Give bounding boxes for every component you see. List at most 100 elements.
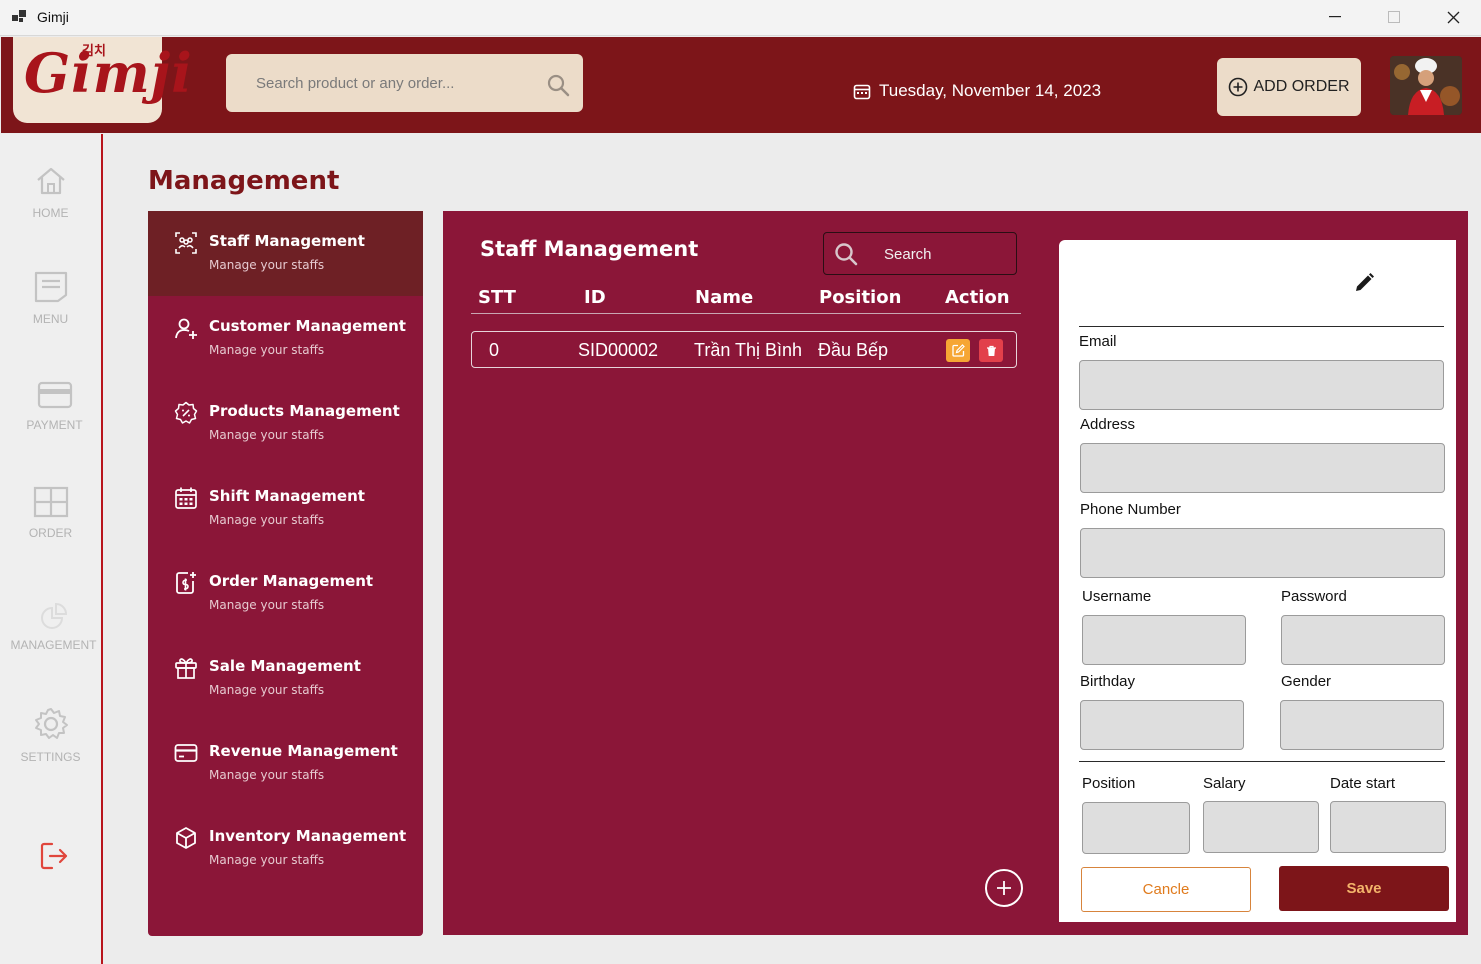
menu-item-revenue-management[interactable]: Revenue Management Manage your staffs [148,721,423,806]
salary-field[interactable] [1203,801,1319,853]
menu-item-customer-management[interactable]: Customer Management Manage your staffs [148,296,423,381]
gift-icon [175,658,197,679]
edit-row-button[interactable] [946,339,970,362]
customer-icon [175,318,197,339]
home-icon [36,167,65,195]
menu-item-shift-management[interactable]: Shift Management Manage your staffs [148,466,423,551]
nav-order[interactable]: ORDER [0,486,101,540]
menu-item-subtitle: Manage your staffs [209,343,325,357]
plus-circle-icon [1229,77,1248,97]
minimize-button[interactable] [1306,0,1364,34]
nav-home-label: HOME [32,206,69,220]
nav-settings-label: SETTINGS [20,750,81,764]
menu-item-subtitle: Manage your staffs [209,768,325,782]
phone-field[interactable] [1080,528,1445,578]
current-date: Tuesday, November 14, 2023 [853,81,1101,101]
shift-icon [175,487,197,509]
menu-item-subtitle: Manage your staffs [209,258,325,272]
menu-item-subtitle: Manage your staffs [209,598,325,612]
pencil-icon[interactable] [1353,272,1375,294]
username-label: Username [1082,588,1152,605]
management-menu: Staff Management Manage your staffs Cust… [148,211,423,936]
address-label: Address [1080,416,1136,433]
staff-panel-title: Staff Management [480,237,699,261]
menu-item-title: Order Management [209,572,374,590]
menu-item-sale-management[interactable]: Sale Management Manage your staffs [148,636,423,721]
search-icon[interactable] [546,73,570,97]
menu-item-subtitle: Manage your staffs [209,853,325,867]
nav-management-label: MANAGEMENT [10,638,97,652]
cell-position: Đầu Bếp [818,340,889,360]
nav-payment[interactable]: PAYMENT [4,380,105,432]
menu-item-inventory-management[interactable]: Inventory Management Manage your staffs [148,806,423,891]
logo-text: Gimji [24,41,193,105]
menu-item-title: Staff Management [209,232,365,250]
date-start-field[interactable] [1330,801,1446,853]
payment-icon [37,381,72,409]
cell-name: Trần Thị Bình [694,340,803,360]
date-start-label: Date start [1330,775,1396,792]
logout-button[interactable] [3,840,104,880]
page-title: Management [148,166,340,196]
maximize-button[interactable] [1365,0,1423,34]
menu-icon [34,271,67,303]
menu-item-products-management[interactable]: Products Management Manage your staffs [148,381,423,466]
column-header-action: Action [945,287,1010,308]
logout-icon [40,842,67,870]
management-icon [40,602,67,629]
username-field[interactable] [1082,615,1246,665]
gender-label: Gender [1281,673,1332,690]
nav-home[interactable]: HOME [0,164,101,220]
address-field[interactable] [1080,443,1445,493]
add-order-button[interactable]: ADD ORDER [1217,58,1361,116]
close-button[interactable] [1424,0,1481,34]
cell-stt: 0 [489,340,500,360]
email-field[interactable] [1079,360,1444,410]
settings-icon [34,708,68,739]
menu-item-order-management[interactable]: Order Management Manage your staffs [148,551,423,636]
box-icon [176,827,196,849]
nav-menu-label: MENU [32,312,69,326]
order-icon [33,486,68,518]
nav-order-label: ORDER [28,526,73,540]
birthday-field[interactable] [1080,700,1244,750]
position-field[interactable] [1082,802,1190,854]
nav-menu[interactable]: MENU [0,270,101,326]
delete-row-button[interactable] [979,339,1003,362]
form-header-divider [1079,326,1444,327]
save-button[interactable]: Save [1279,866,1449,911]
menu-item-title: Revenue Management [209,742,398,760]
order-doc-icon [176,572,196,594]
nav-settings[interactable]: SETTINGS [0,706,101,764]
column-header-position: Position [819,287,902,308]
logo-korean-text: 김치 [82,44,106,59]
cancel-button[interactable]: Cancle [1081,867,1251,912]
gender-field[interactable] [1280,700,1444,750]
table-header-divider [471,313,1021,314]
search-icon[interactable] [834,242,858,266]
app-icon [12,10,26,22]
nav-management[interactable]: MANAGEMENT [3,600,104,652]
nav-payment-label: PAYMENT [26,418,83,432]
birthday-label: Birthday [1080,673,1136,690]
password-field[interactable] [1281,615,1445,665]
menu-item-staff-management[interactable]: Staff Management Manage your staffs [148,211,423,296]
add-staff-button[interactable] [985,869,1023,907]
menu-item-subtitle: Manage your staffs [209,513,325,527]
left-navigation: HOME MENU PAYMENT ORDER MANAGEMENT SETTI… [0,134,103,964]
column-header-stt: STT [478,287,516,308]
staff-search-input[interactable] [884,244,1004,264]
menu-item-subtitle: Manage your staffs [209,683,325,697]
staff-icon [175,232,197,254]
password-label: Password [1281,588,1347,605]
form-section-divider [1079,761,1445,762]
user-avatar[interactable] [1390,56,1462,115]
table-row[interactable]: 0 SID00002 Trần Thị Bình Đầu Bếp [471,331,1017,368]
menu-item-title: Shift Management [209,487,365,505]
trash-icon [986,345,996,356]
logo[interactable]: Gimji 김치 [13,37,192,123]
products-icon [174,401,198,424]
staff-form: Email Address Phone Number Username Pass… [1059,240,1456,922]
menu-item-subtitle: Manage your staffs [209,428,325,442]
global-search-input[interactable] [256,72,536,94]
